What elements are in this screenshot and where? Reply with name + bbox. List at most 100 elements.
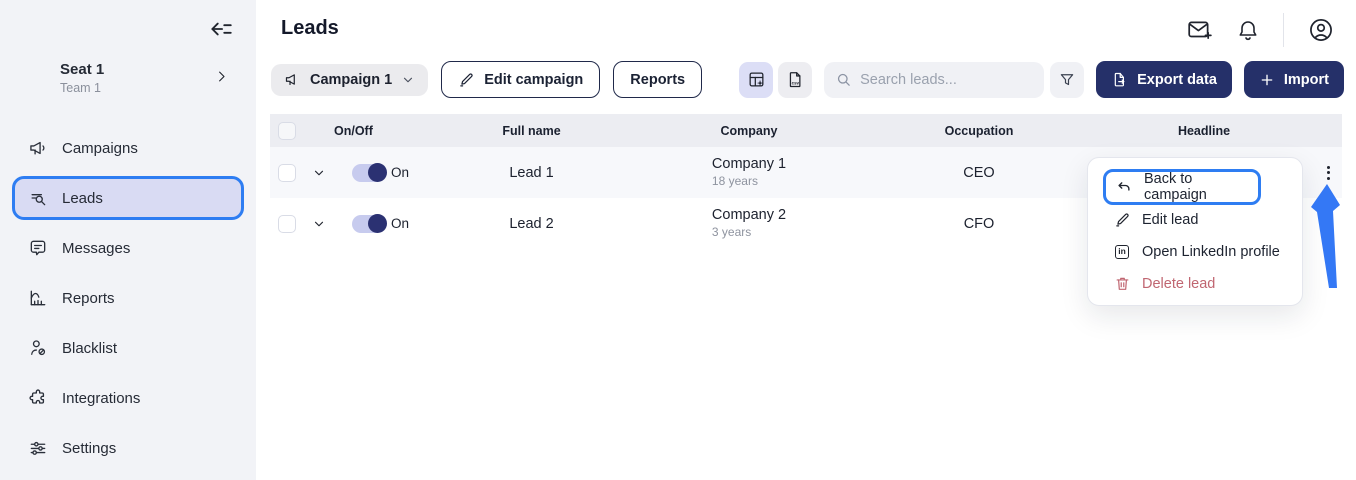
edit-pencil-icon bbox=[1113, 211, 1131, 229]
menu-item-edit-lead[interactable]: Edit lead bbox=[1100, 208, 1290, 231]
file-export-icon bbox=[1111, 71, 1128, 88]
seat-selector[interactable]: Seat 1 Team 1 bbox=[60, 61, 104, 95]
sidebar-item-messages[interactable]: Messages bbox=[12, 226, 244, 270]
lead-company: Company 1 bbox=[712, 156, 786, 172]
account-button[interactable] bbox=[1308, 17, 1334, 43]
toggle-state-label: On bbox=[391, 165, 409, 180]
toggle-knob bbox=[368, 163, 387, 182]
lead-on-off-toggle[interactable] bbox=[352, 164, 385, 182]
leads-toolbar: Campaign 1 Edit campaign Reports bbox=[271, 61, 1344, 98]
page-title: Leads bbox=[281, 17, 339, 40]
megaphone-icon bbox=[284, 71, 301, 88]
export-data-button[interactable]: Export data bbox=[1096, 61, 1232, 98]
row-checkbox[interactable] bbox=[278, 215, 296, 233]
csv-glyph: csv bbox=[791, 80, 799, 85]
row-actions-menu: Back to campaign Edit lead in Open Linke… bbox=[1087, 157, 1303, 306]
sidebar-item-label: Blacklist bbox=[62, 340, 117, 357]
menu-item-label: Back to campaign bbox=[1144, 171, 1258, 203]
menu-item-open-linkedin-profile[interactable]: in Open LinkedIn profile bbox=[1100, 240, 1290, 263]
filter-button[interactable] bbox=[1050, 62, 1084, 98]
sidebar-nav: Campaigns Leads Messages bbox=[0, 126, 256, 476]
menu-item-delete-lead[interactable]: Delete lead bbox=[1100, 272, 1290, 295]
chevron-down-icon bbox=[312, 217, 326, 231]
seat-title: Seat 1 bbox=[60, 61, 104, 78]
reports-button-label: Reports bbox=[630, 72, 685, 88]
user-block-icon bbox=[28, 338, 48, 358]
search-leads-input[interactable] bbox=[860, 72, 1044, 88]
campaign-selector[interactable]: Campaign 1 bbox=[271, 64, 428, 96]
chart-icon bbox=[28, 288, 48, 308]
sidebar-item-integrations[interactable]: Integrations bbox=[12, 376, 244, 420]
sliders-icon bbox=[28, 438, 48, 458]
menu-item-back-to-campaign[interactable]: Back to campaign bbox=[1103, 169, 1261, 205]
collapse-sidebar-icon bbox=[208, 16, 234, 42]
lead-occupation: CEO bbox=[864, 165, 1094, 181]
menu-item-label: Edit lead bbox=[1142, 212, 1198, 228]
sidebar-item-campaigns[interactable]: Campaigns bbox=[12, 126, 244, 170]
menu-item-label: Open LinkedIn profile bbox=[1142, 244, 1280, 260]
collapse-sidebar-button[interactable] bbox=[205, 15, 237, 43]
export-data-label: Export data bbox=[1137, 72, 1217, 88]
menu-item-label: Delete lead bbox=[1142, 276, 1215, 292]
csv-file-icon: csv bbox=[786, 70, 805, 89]
puzzle-icon bbox=[28, 388, 48, 408]
column-header-occupation: Occupation bbox=[864, 124, 1094, 138]
row-checkbox[interactable] bbox=[278, 164, 296, 182]
chat-bubble-icon bbox=[28, 238, 48, 258]
lead-on-off-toggle[interactable] bbox=[352, 215, 385, 233]
new-message-button[interactable] bbox=[1186, 17, 1213, 43]
lead-occupation: CFO bbox=[864, 216, 1094, 232]
edit-campaign-button[interactable]: Edit campaign bbox=[441, 61, 600, 98]
bell-icon bbox=[1236, 18, 1260, 42]
toggle-knob bbox=[368, 214, 387, 233]
expand-row-button[interactable] bbox=[304, 166, 334, 180]
sidebar-item-label: Campaigns bbox=[62, 140, 138, 157]
import-label: Import bbox=[1284, 72, 1329, 88]
plus-icon bbox=[1259, 72, 1275, 88]
sidebar-item-label: Messages bbox=[62, 240, 130, 257]
column-header-headline: Headline bbox=[1094, 124, 1314, 138]
csv-view-toggle[interactable]: csv bbox=[778, 62, 812, 98]
sidebar-item-label: Reports bbox=[62, 290, 115, 307]
column-header-fullname: Full name bbox=[429, 124, 634, 138]
table-header-row: On/Off Full name Company Occupation Head… bbox=[270, 114, 1342, 147]
lead-company-tenure: 3 years bbox=[712, 225, 786, 239]
sidebar-item-settings[interactable]: Settings bbox=[12, 426, 244, 470]
funnel-icon bbox=[1058, 71, 1076, 89]
toggle-state-label: On bbox=[391, 216, 409, 231]
search-leads-box bbox=[824, 62, 1044, 98]
linkedin-icon: in bbox=[1113, 243, 1131, 261]
leads-list-search-icon bbox=[28, 188, 48, 208]
sidebar-item-label: Settings bbox=[62, 440, 116, 457]
sidebar-item-blacklist[interactable]: Blacklist bbox=[12, 326, 244, 370]
sidebar-item-leads[interactable]: Leads bbox=[12, 176, 244, 220]
select-all-checkbox[interactable] bbox=[278, 122, 296, 140]
topbar-divider bbox=[1283, 13, 1284, 47]
notifications-button[interactable] bbox=[1236, 18, 1260, 42]
megaphone-icon bbox=[28, 138, 48, 158]
import-button[interactable]: Import bbox=[1244, 61, 1344, 98]
topbar-actions bbox=[1186, 16, 1334, 44]
chevron-down-icon bbox=[401, 73, 415, 87]
chevron-down-icon bbox=[312, 166, 326, 180]
chevron-right-icon bbox=[214, 69, 229, 84]
seat-subtitle: Team 1 bbox=[60, 81, 104, 95]
edit-pencil-icon bbox=[458, 71, 475, 88]
column-header-onoff: On/Off bbox=[334, 124, 429, 138]
user-avatar-icon bbox=[1308, 17, 1334, 43]
lead-company-tenure: 18 years bbox=[712, 174, 786, 188]
lead-company: Company 2 bbox=[712, 207, 786, 223]
sidebar: Seat 1 Team 1 Campaigns Leads bbox=[0, 0, 256, 480]
sidebar-item-label: Integrations bbox=[62, 390, 140, 407]
lead-full-name: Lead 1 bbox=[429, 165, 634, 181]
table-view-toggle[interactable] bbox=[739, 62, 773, 98]
sidebar-item-reports[interactable]: Reports bbox=[12, 276, 244, 320]
row-actions-kebab-button[interactable] bbox=[1324, 163, 1333, 183]
undo-arrow-icon bbox=[1115, 178, 1133, 196]
reports-button[interactable]: Reports bbox=[613, 61, 702, 98]
search-icon bbox=[835, 71, 852, 88]
expand-row-button[interactable] bbox=[304, 217, 334, 231]
table-settings-icon bbox=[747, 70, 766, 89]
lead-full-name: Lead 2 bbox=[429, 216, 634, 232]
edit-campaign-label: Edit campaign bbox=[484, 72, 583, 88]
